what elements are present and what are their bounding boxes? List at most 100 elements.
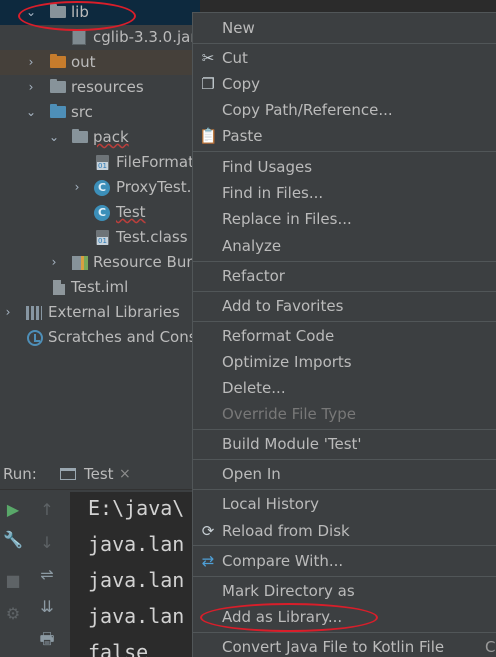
menu-item-label: Copy Path/Reference... [222, 101, 393, 119]
menu-item-reload-from-disk[interactable]: ⟳ Reload from Disk [193, 518, 496, 544]
tree-item-fileformat[interactable]: FileFormat [0, 150, 200, 175]
menu-separator [193, 429, 496, 430]
class-file-icon [96, 155, 109, 170]
menu-item-label: Optimize Imports [222, 353, 352, 371]
run-panel: Run: Test × ▶ ↑ 🔧 ↓ ■ ⇌ ⇊ ⚙ 🖶 E:\java\ j… [0, 458, 200, 657]
menu-separator [193, 321, 496, 322]
iml-file-icon [53, 280, 65, 295]
tree-item-src[interactable]: ⌄ src [0, 100, 200, 125]
tree-item-test-class[interactable]: Test.class [0, 225, 200, 250]
menu-item-analyze[interactable]: Analyze [193, 233, 496, 259]
menu-item-label: Reload from Disk [222, 522, 350, 540]
chevron-down-icon[interactable]: ⌄ [24, 100, 38, 125]
java-class-icon: C [94, 180, 110, 196]
menu-item-mark-directory-as[interactable]: Mark Directory as [193, 578, 496, 604]
menu-item-cut[interactable]: ✂ Cut [193, 45, 496, 71]
soft-wrap-icon[interactable]: ⇌ [36, 564, 58, 586]
menu-item-label: Find Usages [222, 158, 313, 176]
reload-icon: ⟳ [201, 522, 215, 540]
console-line: E:\java\ [88, 496, 185, 520]
console-output[interactable]: E:\java\ java.lan java.lan java.lan fals… [70, 492, 200, 657]
menu-item-label: Mark Directory as [222, 582, 355, 600]
scissors-icon: ✂ [201, 49, 215, 67]
menu-item-find-in-files[interactable]: Find in Files... [193, 180, 496, 206]
down-arrow-icon[interactable]: ↓ [36, 532, 58, 554]
console-line: false [88, 640, 149, 657]
wrench-icon[interactable]: 🔧 [2, 529, 24, 551]
console-line: java.lan [88, 568, 185, 592]
menu-item-label: Cut [222, 49, 248, 67]
annotation-ellipse-lib [18, 1, 136, 31]
close-icon[interactable]: × [119, 458, 131, 490]
console-line: java.lan [88, 604, 185, 628]
tree-item-resources[interactable]: › resources [0, 75, 200, 100]
menu-item-refactor[interactable]: Refactor [193, 263, 496, 289]
tree-item-proxytest[interactable]: › C ProxyTest. [0, 175, 200, 200]
clipboard-icon: 📋 [199, 127, 218, 145]
menu-item-replace-in-files[interactable]: Replace in Files... [193, 206, 496, 232]
menu-item-new[interactable]: New [193, 15, 496, 41]
tree-item-label: Test.class [116, 228, 188, 246]
tree-item-external-libraries[interactable]: › External Libraries [0, 300, 200, 325]
menu-separator [193, 545, 496, 546]
menu-separator [193, 291, 496, 292]
source-folder-icon [50, 104, 66, 118]
run-tab-test[interactable]: Test × [60, 458, 131, 490]
tree-item-pack[interactable]: ⌄ pack [0, 125, 200, 150]
menu-item-shortcut: C [485, 638, 496, 656]
menu-item-label: Open In [222, 465, 281, 483]
menu-item-find-usages[interactable]: Find Usages [193, 154, 496, 180]
tree-item-label: src [71, 103, 93, 121]
tree-item-scratches[interactable]: Scratches and Conso [0, 325, 200, 350]
menu-item-compare-with[interactable]: ⇄ Compare With... [193, 548, 496, 574]
menu-item-add-to-favorites[interactable]: Add to Favorites [193, 293, 496, 319]
chevron-down-icon[interactable]: ⌄ [47, 125, 61, 150]
chevron-right-icon[interactable]: › [24, 75, 38, 100]
resource-bundle-icon [72, 256, 88, 270]
tree-item-test-iml[interactable]: Test.iml [0, 275, 200, 300]
print-icon[interactable]: 🖶 [36, 628, 58, 650]
up-arrow-icon[interactable]: ↑ [36, 499, 58, 521]
debug-settings-icon[interactable]: ⚙ [2, 603, 24, 625]
scratches-icon [27, 330, 43, 346]
tree-item-resource-bundle[interactable]: › Resource Bun [0, 250, 200, 275]
menu-separator [193, 43, 496, 44]
menu-item-paste[interactable]: 📋 Paste [193, 123, 496, 149]
copy-icon: ❐ [201, 75, 215, 93]
menu-item-convert-to-kotlin[interactable]: Convert Java File to Kotlin File C [193, 634, 496, 657]
tree-item-out[interactable]: › out [0, 50, 200, 75]
tree-item-test[interactable]: C Test [0, 200, 200, 225]
java-class-icon: C [94, 205, 110, 221]
scroll-to-end-icon[interactable]: ⇊ [36, 596, 58, 618]
folder-orange-icon [50, 54, 66, 68]
tree-item-label: ProxyTest. [116, 178, 192, 196]
chevron-right-icon[interactable]: › [70, 175, 84, 200]
menu-item-copy[interactable]: ❐ Copy [193, 71, 496, 97]
chevron-right-icon[interactable]: › [47, 250, 61, 275]
menu-item-local-history[interactable]: Local History [193, 491, 496, 517]
menu-item-build-module[interactable]: Build Module 'Test' [193, 431, 496, 457]
menu-item-delete[interactable]: Delete... [193, 375, 496, 401]
menu-item-label: Convert Java File to Kotlin File [222, 638, 445, 656]
run-tab-label: Test [84, 465, 114, 483]
menu-separator [193, 261, 496, 262]
package-icon [72, 129, 88, 143]
menu-separator [193, 459, 496, 460]
tree-item-label: pack [93, 128, 129, 146]
menu-item-copy-path[interactable]: Copy Path/Reference... [193, 97, 496, 123]
folder-icon [50, 79, 66, 93]
tree-item-label: Test.iml [71, 278, 129, 296]
menu-item-optimize-imports[interactable]: Optimize Imports [193, 349, 496, 375]
menu-item-reformat-code[interactable]: Reformat Code [193, 323, 496, 349]
chevron-right-icon[interactable]: › [1, 300, 15, 325]
rerun-icon[interactable]: ▶ [2, 499, 24, 521]
tree-item-label: out [71, 53, 96, 71]
menu-separator [193, 151, 496, 152]
stop-icon[interactable]: ■ [2, 570, 24, 592]
menu-item-label: Local History [222, 495, 320, 513]
menu-item-label: New [222, 19, 255, 37]
menu-item-open-in[interactable]: Open In [193, 461, 496, 487]
chevron-right-icon[interactable]: › [24, 50, 38, 75]
menu-item-override-file-type: Override File Type [193, 401, 496, 427]
compare-icon: ⇄ [201, 552, 215, 570]
